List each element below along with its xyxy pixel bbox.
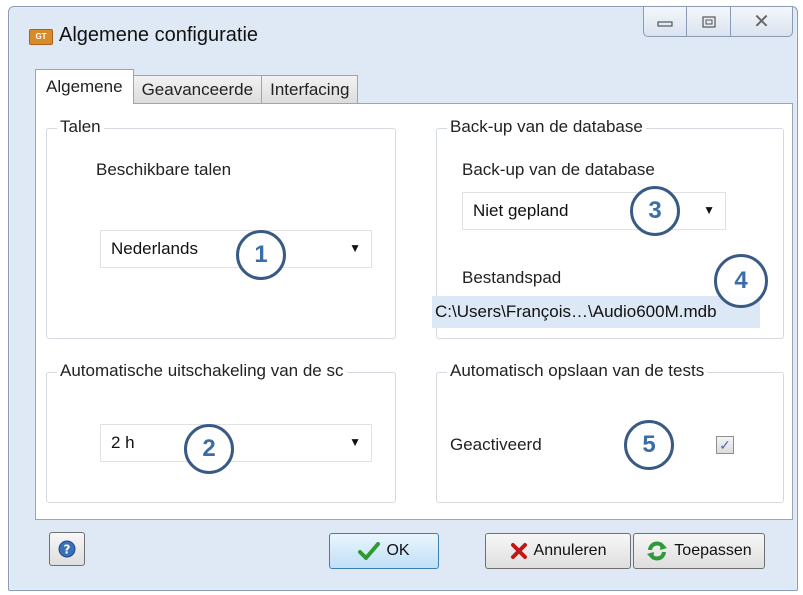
window-title: Algemene configuratie (59, 24, 259, 46)
maximize-button[interactable] (687, 7, 731, 37)
callout-badge-3: 3 (630, 186, 680, 236)
tab-panel-algemene: Talen Beschikbare talen Nederlands ▼ 1 A… (35, 103, 793, 520)
auto-shutdown-group-title: Automatische uitschakeling van de sc (57, 361, 347, 381)
languages-label: Beschikbare talen (96, 160, 232, 179)
chevron-down-icon: ▼ (703, 203, 715, 217)
apply-button-label: Toepassen (674, 542, 752, 559)
tab-interfacing[interactable]: Interfacing (261, 75, 359, 104)
check-icon (358, 542, 381, 560)
maximize-icon (701, 15, 716, 28)
auto-shutdown-select-value: 2 h (111, 433, 135, 452)
file-path-field[interactable]: C:\Users\François…\Audio600M.mdb (432, 296, 760, 328)
callout-badge-1: 1 (236, 230, 286, 280)
languages-group-title: Talen (57, 117, 104, 137)
ok-button-label: OK (386, 542, 410, 559)
title-bar: GT Algemene configuratie ✕ (9, 7, 797, 63)
auto-shutdown-select[interactable]: 2 h ▼ (100, 424, 372, 462)
autosave-checkbox[interactable]: ✓ (716, 436, 734, 454)
autosave-checkbox-label: Geactiveerd (450, 435, 542, 454)
backup-schedule-select[interactable]: Niet gepland ▼ (462, 192, 726, 230)
callout-badge-2: 2 (184, 424, 234, 474)
tab-geavanceerde[interactable]: Geavanceerde (132, 75, 263, 104)
minimize-button[interactable] (643, 7, 687, 37)
chevron-down-icon: ▼ (349, 435, 361, 449)
help-icon: ? (58, 540, 76, 558)
language-select-value: Nederlands (111, 239, 198, 258)
cancel-button-label: Annuleren (533, 542, 607, 559)
close-icon: ✕ (753, 11, 770, 33)
cancel-button[interactable]: Annuleren (485, 533, 631, 569)
file-path-label: Bestandspad (462, 268, 562, 287)
tab-algemene[interactable]: Algemene (35, 69, 134, 104)
svg-text:?: ? (64, 543, 71, 557)
minimize-icon (657, 20, 673, 27)
backup-label: Back-up van de database (462, 160, 655, 179)
apply-button[interactable]: Toepassen (633, 533, 765, 569)
refresh-icon (647, 541, 668, 561)
tab-strip: Algemene Geavanceerde Interfacing (35, 68, 359, 104)
window-controls: ✕ (643, 7, 793, 41)
config-dialog: GT Algemene configuratie ✕ Algemene Geav… (8, 6, 798, 591)
autosave-group-title: Automatisch opslaan van de tests (447, 361, 708, 381)
ok-button[interactable]: OK (329, 533, 439, 569)
backup-group-title: Back-up van de database (447, 117, 646, 137)
button-bar: ? OK Annuleren Toepassen (35, 525, 793, 577)
help-button[interactable]: ? (49, 532, 85, 566)
close-button[interactable]: ✕ (731, 7, 793, 37)
backup-schedule-value: Niet gepland (473, 201, 569, 220)
x-icon (510, 543, 527, 559)
file-path-value: C:\Users\François…\Audio600M.mdb (435, 302, 717, 321)
callout-badge-4: 4 (714, 254, 768, 308)
callout-badge-5: 5 (624, 420, 674, 470)
app-icon: GT (29, 29, 53, 45)
chevron-down-icon: ▼ (349, 241, 361, 255)
